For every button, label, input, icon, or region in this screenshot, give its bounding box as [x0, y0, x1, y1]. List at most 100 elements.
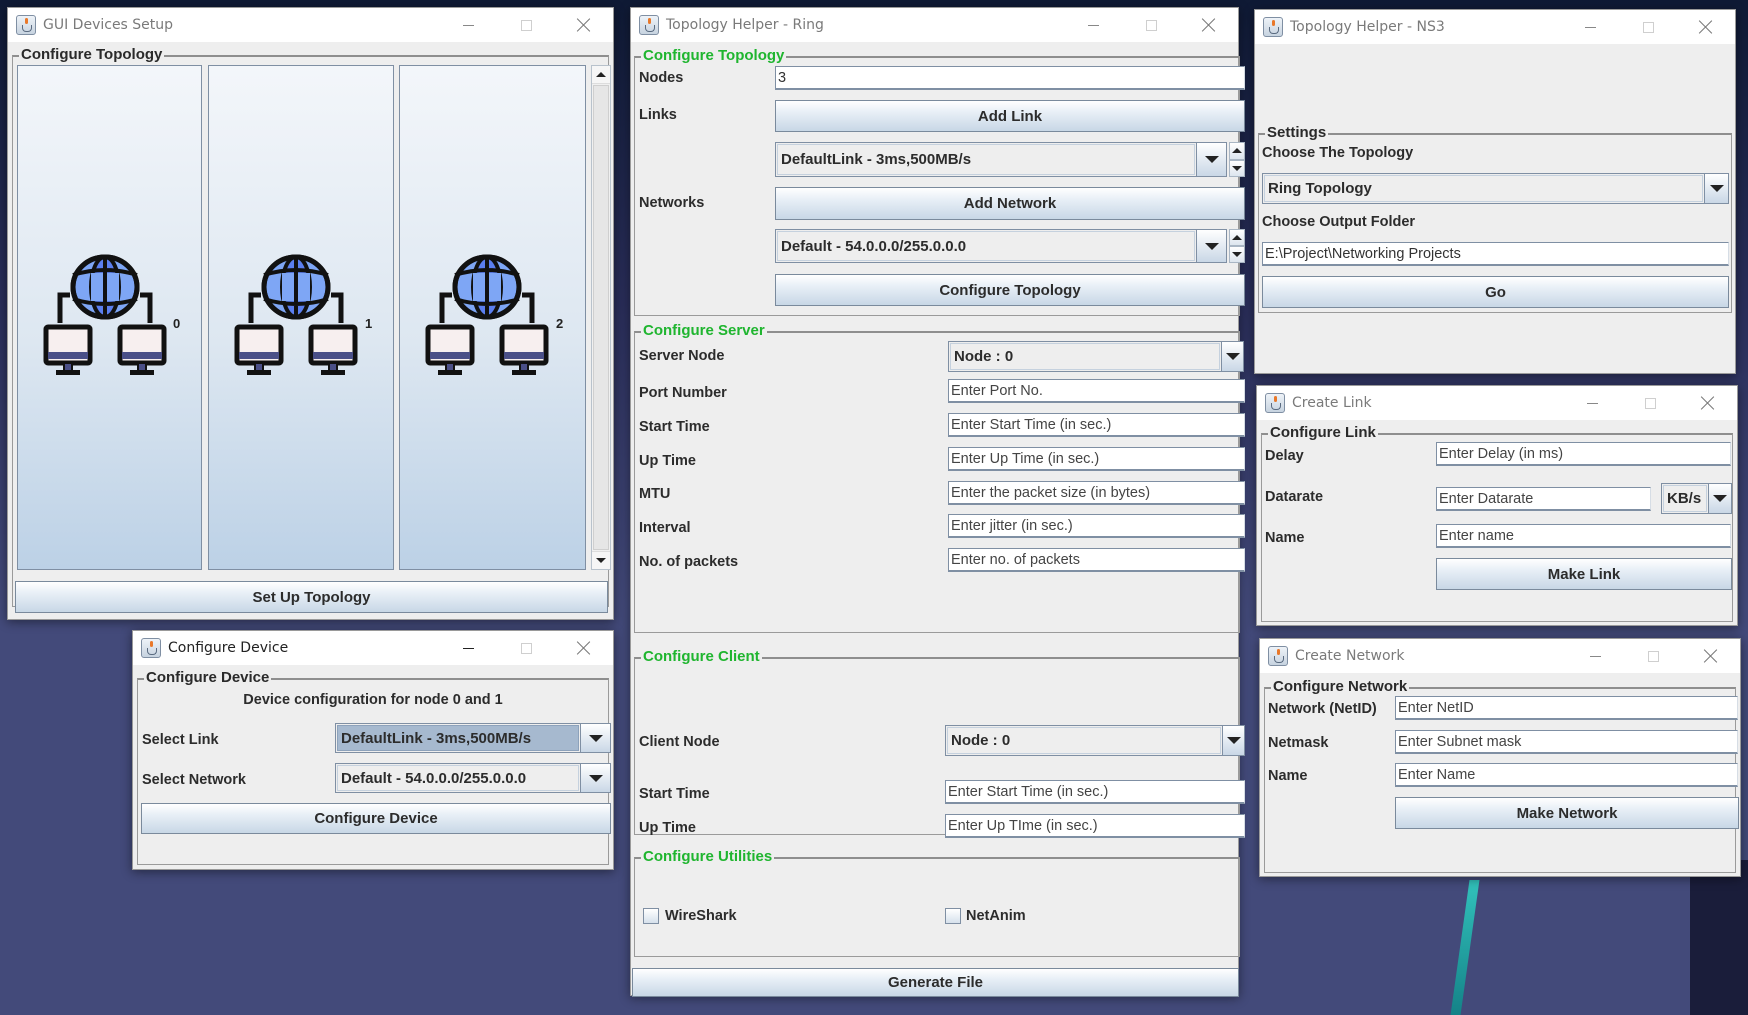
dropdown-button[interactable] [1221, 342, 1243, 371]
title-bar[interactable]: GUI Devices Setup [8, 8, 613, 42]
group-title: Configure Utilities [641, 848, 775, 866]
checkbox-box[interactable] [945, 908, 961, 924]
scroll-up-button[interactable] [592, 66, 610, 84]
interval-input[interactable]: Enter jitter (in sec.) [948, 514, 1245, 538]
scrollbar-thumb[interactable] [593, 85, 609, 550]
datarate-unit-combo[interactable]: KB/s [1661, 483, 1732, 514]
maximize-button[interactable] [497, 631, 555, 665]
close-icon [1704, 649, 1718, 663]
dropdown-button[interactable] [1222, 726, 1244, 755]
dropdown-button[interactable] [1704, 174, 1728, 203]
scroll-down-button[interactable] [592, 551, 610, 569]
dropdown-button[interactable] [1708, 484, 1731, 513]
server-start-time-input[interactable]: Enter Start Time (in sec.) [948, 413, 1245, 437]
dropdown-button[interactable] [580, 724, 610, 752]
node-panel[interactable]: 0 [17, 65, 202, 570]
maximize-button[interactable] [1621, 386, 1679, 420]
link-name-input[interactable]: Enter name [1436, 524, 1731, 548]
datarate-input[interactable]: Enter Datarate [1436, 487, 1651, 511]
wireshark-checkbox[interactable]: WireShark [643, 907, 763, 927]
netanim-checkbox[interactable]: NetAnim [945, 907, 1065, 927]
node-panel[interactable]: 2 [399, 65, 586, 570]
select-link-combo[interactable]: DefaultLink - 3ms,500MB/s [335, 723, 611, 753]
configure-topology-button[interactable]: Configure Topology [775, 274, 1245, 306]
device-config-heading: Device configuration for node 0 and 1 [243, 692, 503, 708]
links-combo[interactable]: DefaultLink - 3ms,500MB/s [775, 142, 1227, 177]
desktop-wallpaper-accent [1450, 880, 1480, 1015]
spinner-down-button[interactable] [1229, 246, 1245, 263]
group-title: Configure Topology [19, 46, 165, 64]
window-title: Create Link [1292, 395, 1372, 411]
maximize-button[interactable] [497, 8, 555, 42]
server-node-combo[interactable]: Node : 0 [948, 341, 1244, 372]
generate-file-button[interactable]: Generate File [632, 968, 1239, 997]
minimize-button[interactable] [1566, 639, 1624, 673]
server-up-time-label: Up Time [639, 453, 696, 469]
selected-value: Default - 54.0.0.0/255.0.0.0 [337, 765, 579, 791]
minimize-button[interactable] [1563, 386, 1621, 420]
dropdown-button[interactable] [1196, 143, 1226, 176]
dropdown-button[interactable] [1196, 230, 1226, 262]
maximize-button[interactable] [1619, 10, 1677, 44]
close-button[interactable] [555, 631, 613, 665]
title-bar[interactable]: Configure Device [133, 631, 613, 665]
port-number-input[interactable]: Enter Port No. [948, 379, 1245, 403]
vertical-scrollbar[interactable] [591, 65, 611, 570]
spinner-down-button[interactable] [1229, 159, 1245, 177]
mtu-input[interactable]: Enter the packet size (in bytes) [948, 481, 1245, 505]
select-network-combo[interactable]: Default - 54.0.0.0/255.0.0.0 [335, 763, 611, 793]
minimize-button[interactable] [1561, 10, 1619, 44]
minimize-button[interactable] [439, 8, 497, 42]
node-id-label: 1 [365, 316, 373, 331]
close-button[interactable] [1180, 8, 1238, 42]
make-network-button[interactable]: Make Network [1395, 797, 1739, 829]
node-panel[interactable]: 1 [208, 65, 394, 570]
window-title: Topology Helper - Ring [666, 17, 824, 33]
netmask-input[interactable]: Enter Subnet mask [1395, 730, 1738, 754]
java-app-icon [1265, 393, 1285, 413]
network-name-input[interactable]: Enter Name [1395, 763, 1738, 787]
title-bar[interactable]: Topology Helper - Ring [631, 8, 1238, 42]
minimize-button[interactable] [439, 631, 497, 665]
make-link-button[interactable]: Make Link [1436, 558, 1732, 590]
server-up-time-input[interactable]: Enter Up Time (in sec.) [948, 447, 1245, 471]
dropdown-button[interactable] [580, 764, 610, 792]
close-button[interactable] [555, 8, 613, 42]
title-bar[interactable]: Create Network [1260, 639, 1740, 673]
title-bar[interactable]: Create Link [1257, 386, 1737, 420]
networks-combo[interactable]: Default - 54.0.0.0/255.0.0.0 [775, 229, 1227, 263]
client-node-combo[interactable]: Node : 0 [945, 725, 1245, 756]
maximize-button[interactable] [1122, 8, 1180, 42]
nodes-input[interactable]: 3 [775, 66, 1245, 90]
output-folder-input[interactable]: E:\Project\Networking Projects [1262, 242, 1729, 266]
java-app-icon [1263, 17, 1283, 37]
chevron-down-icon [1204, 156, 1219, 163]
client-start-time-input[interactable]: Enter Start Time (in sec.) [945, 780, 1245, 804]
title-bar[interactable]: Topology Helper - NS3 [1255, 10, 1735, 44]
links-spinner[interactable] [1229, 142, 1245, 177]
spinner-up-button[interactable] [1229, 142, 1245, 160]
client-up-time-input[interactable]: Enter Up TIme (in sec.) [945, 814, 1245, 838]
delay-input[interactable]: Enter Delay (in ms) [1436, 442, 1731, 466]
node-panels-scrollpane: 0 1 2 [17, 65, 611, 570]
add-link-button[interactable]: Add Link [775, 100, 1245, 132]
packets-input[interactable]: Enter no. of packets [948, 548, 1245, 572]
close-icon [1699, 20, 1713, 34]
close-button[interactable] [1679, 386, 1737, 420]
topology-combo[interactable]: Ring Topology [1262, 173, 1729, 204]
netid-input[interactable]: Enter NetID [1395, 696, 1738, 720]
set-up-topology-button[interactable]: Set Up Topology [15, 581, 608, 613]
minimize-icon [1087, 24, 1099, 26]
maximize-button[interactable] [1624, 639, 1682, 673]
close-button[interactable] [1677, 10, 1735, 44]
add-network-button[interactable]: Add Network [775, 187, 1245, 220]
spinner-up-button[interactable] [1229, 229, 1245, 246]
configure-device-button[interactable]: Configure Device [141, 803, 611, 834]
minimize-button[interactable] [1064, 8, 1122, 42]
checkbox-box[interactable] [643, 908, 659, 924]
java-app-icon [141, 638, 161, 658]
go-button[interactable]: Go [1262, 276, 1729, 308]
networks-spinner[interactable] [1229, 229, 1245, 263]
network-globe-computers-icon [425, 254, 549, 375]
close-button[interactable] [1682, 639, 1740, 673]
